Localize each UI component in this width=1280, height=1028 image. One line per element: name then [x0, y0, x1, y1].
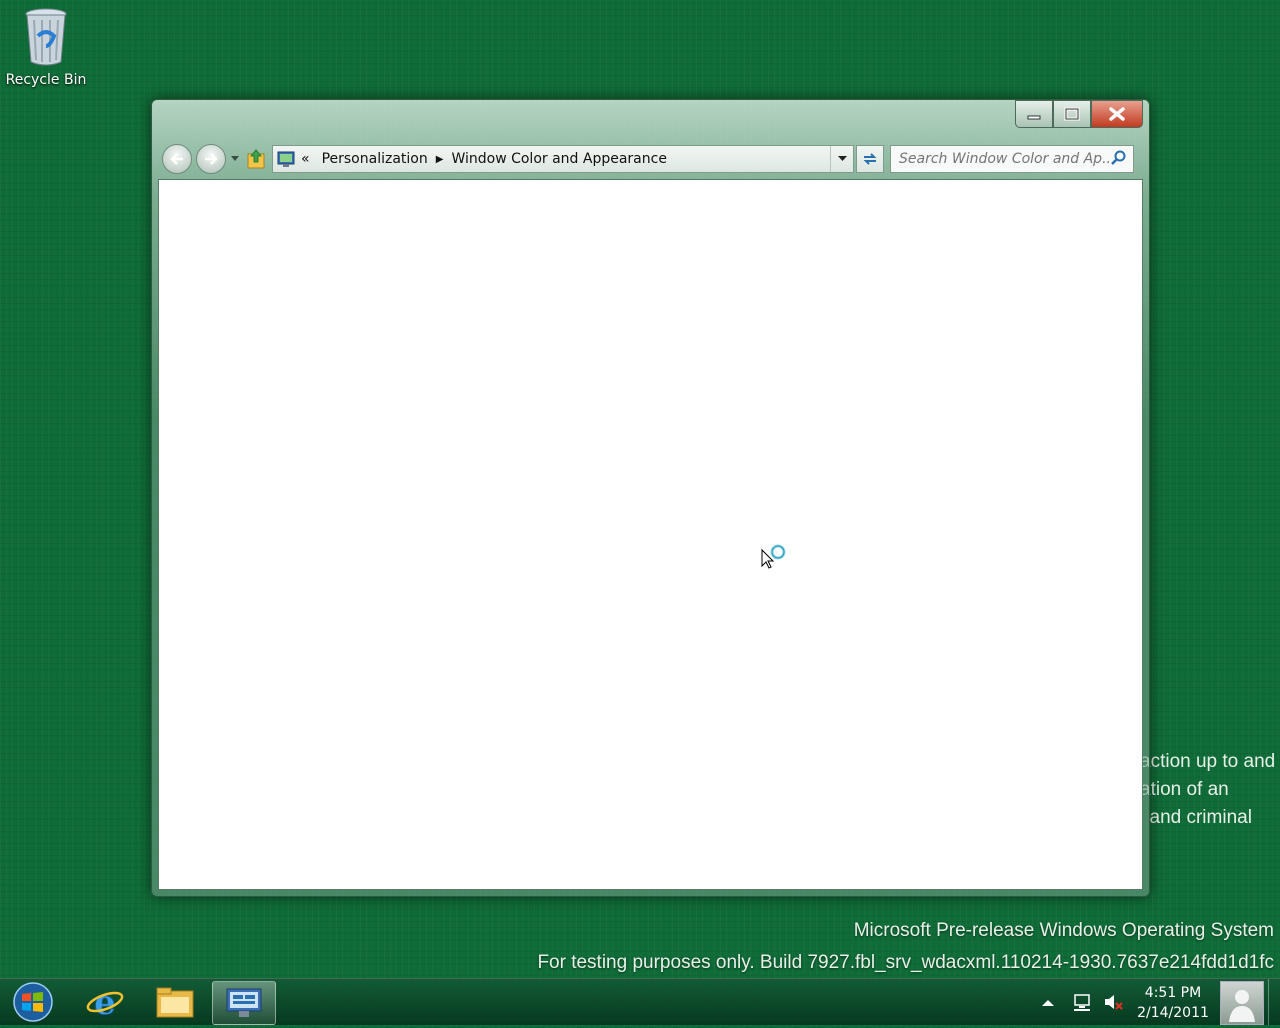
- navigation-toolbar: « Personalization ▶ Window Color and App…: [162, 144, 1143, 174]
- window-content-area: [158, 179, 1143, 890]
- taskbar: e 4:51 PM 2/14/2011: [0, 978, 1280, 1025]
- taskbar-clock[interactable]: 4:51 PM 2/14/2011: [1130, 983, 1216, 1023]
- window-controls: [1015, 100, 1143, 128]
- recent-pages-dropdown[interactable]: [230, 145, 240, 173]
- taskbar-windows-explorer[interactable]: [144, 981, 206, 1023]
- control-panel-window: « Personalization ▶ Window Color and App…: [151, 99, 1150, 897]
- notification-area: [1040, 979, 1124, 1025]
- forward-button[interactable]: [196, 144, 226, 174]
- chevron-down-icon: [837, 156, 847, 161]
- watermark-line-1: Microsoft Pre-release Windows Operating …: [853, 920, 1274, 941]
- start-button[interactable]: [10, 982, 56, 1022]
- svg-text:e: e: [94, 984, 116, 1020]
- search-input[interactable]: [891, 148, 1109, 170]
- address-bar[interactable]: « Personalization ▶ Window Color and App…: [272, 145, 854, 173]
- refresh-button[interactable]: [856, 145, 884, 173]
- search-icon[interactable]: [1111, 150, 1127, 166]
- maximize-icon: [1064, 107, 1080, 121]
- show-desktop-button[interactable]: [1268, 979, 1280, 1025]
- recycle-bin-label: Recycle Bin: [5, 72, 87, 88]
- breadcrumb-arrow-icon[interactable]: ▶: [436, 154, 444, 165]
- legal-line-3: l and criminal: [1140, 807, 1252, 828]
- minimize-button[interactable]: [1015, 100, 1053, 128]
- clock-time: 4:51 PM: [1144, 985, 1202, 1001]
- recycle-bin-icon: [25, 8, 67, 66]
- show-hidden-icons-icon[interactable]: [1040, 996, 1056, 1008]
- breadcrumb-item-personalization[interactable]: Personalization: [322, 151, 428, 167]
- busy-cursor-icon: [761, 544, 786, 569]
- breadcrumb-item-window-color[interactable]: Window Color and Appearance: [451, 151, 667, 167]
- forward-arrow-icon: [205, 153, 218, 165]
- up-folder-icon[interactable]: [246, 148, 266, 170]
- close-button[interactable]: [1091, 100, 1143, 128]
- user-tile[interactable]: [1220, 981, 1264, 1025]
- watermark-line-2: For testing purposes only. Build 7927.fb…: [537, 952, 1274, 973]
- folder-icon: [156, 987, 194, 1018]
- back-button[interactable]: [162, 144, 192, 174]
- control-panel-icon: [226, 988, 262, 1017]
- breadcrumb-overflow[interactable]: «: [301, 151, 310, 167]
- recycle-bin-shortcut[interactable]: Recycle Bin: [4, 6, 88, 88]
- volume-muted-icon[interactable]: [1102, 992, 1124, 1012]
- minimize-icon: [1027, 115, 1041, 120]
- desktop-legal-text: action up to and ation of an l and crimi…: [1140, 748, 1280, 832]
- legal-line-1: action up to and: [1140, 751, 1276, 772]
- legal-line-2: ation of an: [1140, 779, 1229, 800]
- back-arrow-icon: [170, 153, 183, 165]
- taskbar-internet-explorer[interactable]: e: [74, 981, 136, 1023]
- refresh-icon: [863, 153, 877, 165]
- search-box[interactable]: [890, 145, 1134, 173]
- network-icon[interactable]: [1072, 992, 1094, 1012]
- clock-date: 2/14/2011: [1137, 1005, 1209, 1021]
- user-avatar-icon: [1229, 990, 1255, 1022]
- internet-explorer-icon: e: [86, 984, 124, 1020]
- address-history-dropdown[interactable]: [830, 146, 853, 172]
- control-panel-icon: [277, 151, 295, 167]
- maximize-button[interactable]: [1053, 100, 1091, 128]
- close-icon: [1109, 107, 1125, 121]
- taskbar-control-panel[interactable]: [212, 981, 276, 1025]
- chevron-down-icon: [231, 156, 239, 161]
